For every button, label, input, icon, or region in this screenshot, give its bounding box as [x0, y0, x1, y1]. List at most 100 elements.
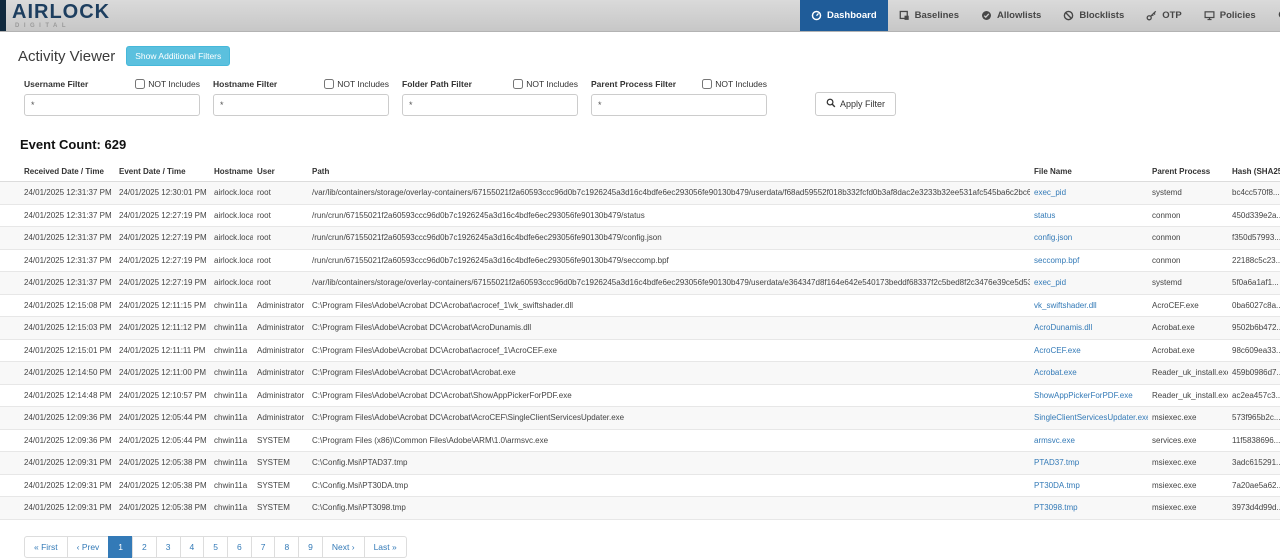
event-count: Event Count: 629 — [20, 137, 1280, 152]
page-link[interactable]: 8 — [274, 535, 300, 558]
page-link[interactable]: 2 — [132, 535, 157, 558]
page-item: « First — [24, 535, 68, 558]
page-link[interactable]: 7 — [250, 535, 276, 558]
not-includes-checkbox[interactable] — [513, 79, 524, 89]
cell-path: C:\Config.Msi\PTAD37.tmp — [308, 451, 1030, 475]
file-name-link[interactable]: PT3098.tmp — [1034, 503, 1078, 512]
parent-process-filter-input[interactable] — [591, 94, 767, 116]
username-filter-input[interactable] — [24, 94, 200, 116]
table-row: 24/01/2025 12:15:03 PM 24/01/2025 12:11:1… — [0, 316, 1280, 340]
nav-item-label: Baselines — [914, 10, 959, 21]
cell-received: 24/01/2025 12:09:36 PM — [0, 429, 115, 452]
cell-file_name: seccomp.bpf — [1030, 249, 1148, 272]
nav-item-label: Allowlists — [997, 10, 1042, 21]
cell-hostname: airlock.local — [210, 271, 253, 295]
cell-path: C:\Program Files\Adobe\Acrobat DC\Acroba… — [308, 339, 1030, 362]
cell-event: 24/01/2025 12:27:19 PM — [115, 271, 210, 295]
cell-parent_process: services.exe — [1148, 429, 1228, 452]
page-item: 2 — [132, 535, 157, 558]
slash-circle-icon — [1063, 10, 1074, 21]
page-link[interactable]: 4 — [179, 535, 205, 558]
nav-item-blocklists[interactable]: Blocklists — [1052, 0, 1135, 31]
page-title: Activity Viewer — [18, 47, 116, 65]
cell-path: C:\Program Files\Adobe\Acrobat DC\Acroba… — [308, 384, 1030, 407]
file-name-link[interactable]: exec_pid — [1034, 188, 1066, 197]
column-header: Event Date / Time — [115, 162, 210, 182]
nav-item-otp[interactable]: OTP — [1135, 0, 1193, 31]
search-icon — [826, 98, 836, 110]
cell-hash: 7a20ae5a62... — [1228, 474, 1280, 497]
table-row: 24/01/2025 12:31:37 PM 24/01/2025 12:27:1… — [0, 226, 1280, 250]
top-nav-bar: AIRLOCK DIGITAL Dashboard Baselines Allowl… — [0, 0, 1280, 32]
cell-parent_process: Reader_uk_install.exe — [1148, 361, 1228, 385]
cell-user: Administrator — [253, 384, 308, 407]
cell-file_name: Acrobat.exe — [1030, 361, 1148, 385]
cell-hash: bc4cc570f8... — [1228, 181, 1280, 205]
page-link[interactable]: « First — [24, 535, 68, 558]
file-name-link[interactable]: config.json — [1034, 233, 1072, 242]
not-includes-checkbox[interactable] — [324, 79, 335, 89]
cell-parent_process: AcroCEF.exe — [1148, 294, 1228, 317]
nav-item-policies[interactable]: Policies — [1193, 0, 1267, 31]
nav-item-search[interactable]: Search — [1267, 0, 1280, 31]
cell-hash: 3973d4d99d... — [1228, 496, 1280, 520]
cell-user: root — [253, 204, 308, 227]
file-name-link[interactable]: SingleClientServicesUpdater.exe — [1034, 413, 1148, 422]
show-additional-filters-button[interactable]: Show Additional Filters — [126, 46, 231, 66]
page-link[interactable]: 1 — [108, 535, 134, 558]
cell-parent_process: msiexec.exe — [1148, 406, 1228, 430]
page-link[interactable]: 5 — [203, 535, 228, 558]
brand-tagline: DIGITAL — [15, 23, 71, 29]
apply-filter-button[interactable]: Apply Filter — [815, 92, 897, 116]
page-link[interactable]: 9 — [298, 535, 323, 558]
file-name-link[interactable]: PT30DA.tmp — [1034, 481, 1080, 490]
nav-item-dashboard[interactable]: Dashboard — [800, 0, 888, 31]
page-link[interactable]: ‹ Prev — [66, 535, 110, 558]
not-includes-label: NOT Includes — [715, 79, 767, 89]
cell-hostname: chwin11a — [210, 406, 253, 430]
cell-path: C:\Program Files\Adobe\Acrobat DC\Acroba… — [308, 294, 1030, 317]
brand-logo[interactable]: AIRLOCK DIGITAL — [12, 2, 110, 29]
cell-parent_process: conmon — [1148, 249, 1228, 272]
cell-path: /var/lib/containers/storage/overlay-cont… — [308, 271, 1030, 295]
file-name-link[interactable]: armsvc.exe — [1034, 436, 1075, 445]
cell-received: 24/01/2025 12:09:31 PM — [0, 451, 115, 475]
cell-file_name: ShowAppPickerForPDF.exe — [1030, 384, 1148, 407]
page-link[interactable]: Last » — [363, 535, 407, 558]
cell-hostname: airlock.local — [210, 204, 253, 227]
not-includes-checkbox[interactable] — [702, 79, 713, 89]
page-link[interactable]: 3 — [155, 535, 181, 558]
not-includes-label: NOT Includes — [526, 79, 578, 89]
file-name-link[interactable]: AcroDunamis.dll — [1034, 323, 1092, 332]
page-item: 4 — [179, 535, 205, 558]
file-name-link[interactable]: ShowAppPickerForPDF.exe — [1034, 391, 1133, 400]
folder-path-filter-input[interactable] — [402, 94, 578, 116]
file-name-link[interactable]: vk_swiftshader.dll — [1034, 301, 1097, 310]
cell-user: Administrator — [253, 294, 308, 317]
page-link[interactable]: 6 — [226, 535, 252, 558]
table-row: 24/01/2025 12:09:31 PM 24/01/2025 12:05:3… — [0, 451, 1280, 475]
nav-item-baselines[interactable]: Baselines — [888, 0, 970, 31]
page-link[interactable]: Next › — [321, 535, 365, 558]
not-includes-checkbox[interactable] — [135, 79, 146, 89]
nav-item-allowlists[interactable]: Allowlists — [970, 0, 1052, 31]
file-name-link[interactable]: exec_pid — [1034, 278, 1066, 287]
file-name-link[interactable]: PTAD37.tmp — [1034, 458, 1079, 467]
filter-label: Username Filter — [24, 79, 89, 89]
file-name-link[interactable]: Acrobat.exe — [1034, 368, 1077, 377]
cell-received: 24/01/2025 12:14:48 PM — [0, 384, 115, 407]
filter-label-row: Parent Process Filter NOT Includes — [591, 79, 767, 89]
not-includes-group: NOT Includes — [324, 79, 389, 89]
cell-hostname: airlock.local — [210, 181, 253, 205]
cell-hostname: chwin11a — [210, 429, 253, 452]
hostname-filter-input[interactable] — [213, 94, 389, 116]
cell-user: root — [253, 271, 308, 295]
file-name-link[interactable]: status — [1034, 211, 1055, 220]
file-name-link[interactable]: AcroCEF.exe — [1034, 346, 1081, 355]
cell-user: Administrator — [253, 339, 308, 362]
cell-hostname: chwin11a — [210, 474, 253, 497]
file-name-link[interactable]: seccomp.bpf — [1034, 256, 1079, 265]
column-header: Hash (SHA256) — [1228, 162, 1280, 182]
cell-event: 24/01/2025 12:10:57 PM — [115, 384, 210, 407]
table-row: 24/01/2025 12:31:37 PM 24/01/2025 12:30:0… — [0, 181, 1280, 205]
